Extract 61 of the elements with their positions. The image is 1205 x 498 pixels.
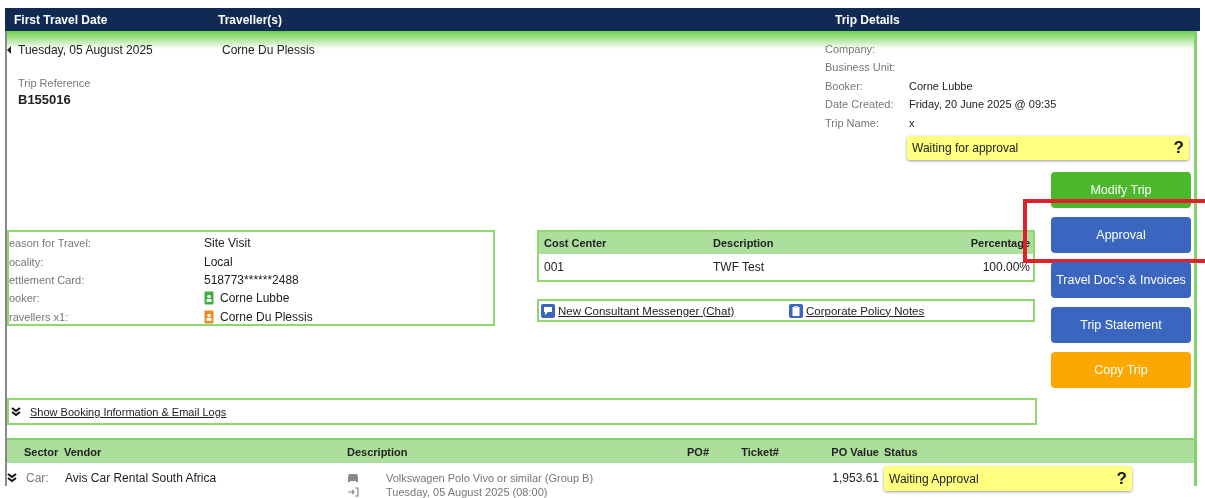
double-chevron-icon[interactable] xyxy=(7,473,17,483)
field-label: ettlement Card: xyxy=(9,273,86,286)
clipboard-icon xyxy=(789,303,803,318)
field-label: Date Created: xyxy=(825,98,895,113)
field-label: Business Unit: xyxy=(825,61,897,76)
link[interactable]: Corporate Policy Notes xyxy=(806,304,925,317)
action-button[interactable]: Approval xyxy=(1051,217,1191,253)
column-heading: Trip Details xyxy=(835,12,900,27)
field-label: Booker: xyxy=(825,79,864,94)
column-heading: Status xyxy=(884,445,918,458)
car-icon xyxy=(347,473,359,483)
field-value: Corne Lubbe xyxy=(909,79,973,94)
travel-date: Tuesday, 05 August 2025 xyxy=(18,43,154,57)
table-cell-text: 1,953.61 xyxy=(831,471,879,485)
table-cell-text: Car: xyxy=(25,471,50,485)
field-value: Local xyxy=(204,254,233,269)
column-heading: Ticket# xyxy=(740,445,779,458)
person-icon xyxy=(204,309,214,324)
column-heading: PO# xyxy=(686,445,709,458)
field-value: Friday, 20 June 2025 @ 09:35 xyxy=(909,98,1057,113)
field-label: Trip Reference xyxy=(18,77,92,89)
field-value: Site Visit xyxy=(204,236,251,251)
column-heading: Sector xyxy=(23,445,60,458)
field-label: Trip Name: xyxy=(825,116,880,131)
double-chevron-icon xyxy=(11,406,21,417)
caret-icon xyxy=(7,46,11,54)
help-link[interactable]: ? xyxy=(1173,137,1184,158)
table-cell: Volkswagen Polo Vivo or similar (Group B) xyxy=(386,471,594,485)
action-button[interactable]: Trip Statement xyxy=(1051,307,1191,343)
column-heading: Description xyxy=(347,445,409,458)
field-label: ooker: xyxy=(9,292,41,305)
column-heading: Cost Center xyxy=(543,237,608,249)
column-heading: Vendor xyxy=(64,445,103,458)
field-label: Company: xyxy=(825,43,877,57)
field-value: Corne Du Plessis xyxy=(220,309,313,324)
column-heading: First Travel Date xyxy=(14,12,108,27)
field-label: eason for Travel: xyxy=(9,237,92,250)
field-value: x xyxy=(909,116,915,131)
sign-in-icon xyxy=(347,487,359,497)
link[interactable]: New Consultant Messenger (Chat) xyxy=(558,304,735,317)
link[interactable]: Show Booking Information & Email Logs xyxy=(30,405,227,418)
help-link[interactable]: ? xyxy=(1116,468,1127,489)
chat-icon xyxy=(541,303,555,318)
column-heading: Description xyxy=(713,237,775,249)
field-value: 518773******2488 xyxy=(204,272,299,287)
person-icon xyxy=(204,291,214,306)
table-cell: Tuesday, 05 August 2025 (08:00) xyxy=(386,485,548,498)
column-heading: PO Value xyxy=(830,445,879,458)
table-cell-text: TWF Test xyxy=(713,260,766,274)
status-text: Waiting Approval xyxy=(889,471,979,486)
action-button[interactable]: Travel Doc's & Invoices xyxy=(1051,262,1191,298)
table-cell-text: 001 xyxy=(543,260,566,274)
field-value: Corne Lubbe xyxy=(220,291,290,306)
field-label: ravellers x1: xyxy=(9,310,70,323)
column-heading: Traveller(s) xyxy=(218,12,283,27)
status-text: Waiting for approval xyxy=(912,140,1019,155)
traveller-name: Corne Du Plessis xyxy=(222,43,315,57)
table-cell-text: Avis Car Rental South Africa xyxy=(65,471,218,485)
field-label: ocality: xyxy=(9,255,45,268)
trip-reference: B155016 xyxy=(18,92,72,107)
table-cell-text: 100.00% xyxy=(982,260,1031,274)
